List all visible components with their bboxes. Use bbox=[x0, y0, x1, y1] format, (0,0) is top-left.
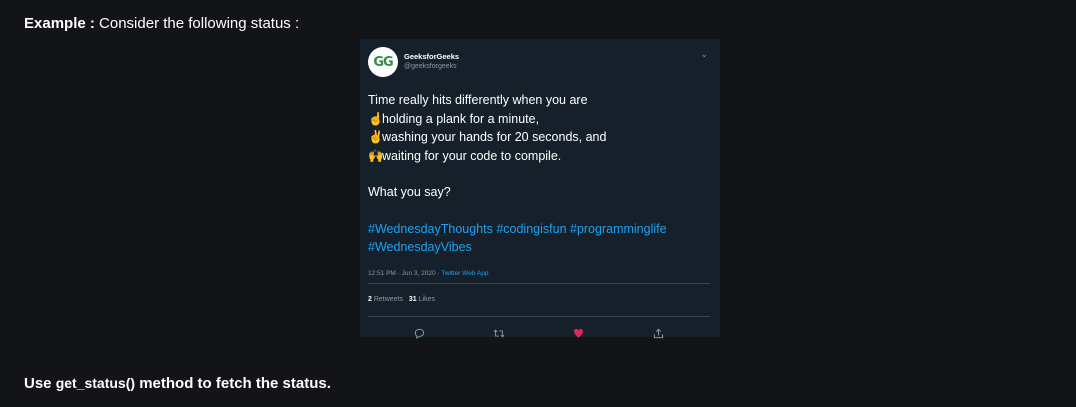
tweet-header: GG GeeksforGeeks @geeksforgeeks ⌄ bbox=[368, 45, 710, 79]
heart-icon bbox=[569, 328, 589, 341]
outro-text: Use get_status() method to fetch the sta… bbox=[24, 373, 331, 394]
hashtags-line: #WednesdayVibes bbox=[368, 240, 472, 254]
outro-before: Use bbox=[24, 375, 56, 392]
intro-text: Example : Consider the following status … bbox=[24, 14, 299, 34]
tweet-timestamp: 12:51 PM · Jun 3, 2020 · Twitter Web App bbox=[368, 267, 710, 281]
tweet-line-text: holding a plank for a minute, bbox=[382, 111, 540, 126]
likes-label: Likes bbox=[418, 295, 435, 303]
reply-icon bbox=[410, 328, 430, 342]
method-code: get_status() bbox=[55, 375, 136, 391]
outro-after: method to fetch the status. bbox=[135, 375, 331, 392]
tweet-line: 🙌waiting for your code to compile. bbox=[368, 147, 710, 166]
tweet-author: GeeksforGeeks @geeksforgeeks bbox=[404, 52, 459, 72]
victory-hand-emoji-icon: ✌ bbox=[368, 130, 384, 144]
pointing-up-emoji-icon: ☝ bbox=[368, 111, 384, 126]
likes-count: 31 bbox=[408, 295, 417, 303]
hashtags-line: #WednesdayThoughts #codingisfun #program… bbox=[368, 221, 667, 236]
retweets-label: Retweets bbox=[373, 295, 404, 303]
raised-hands-emoji-icon: 🙌 bbox=[368, 148, 384, 163]
tweet-actions bbox=[368, 319, 710, 351]
chevron-down-icon: ⌄ bbox=[700, 49, 708, 59]
tweet-line-text: Time really hits differently when you ar… bbox=[368, 93, 588, 107]
tweet-stats: 2 Retweets 31 Likes bbox=[368, 286, 710, 314]
retweets-count: 2 bbox=[368, 295, 372, 303]
handle: @geeksforgeeks bbox=[404, 63, 457, 70]
tweet-line: ☝holding a plank for a minute, bbox=[368, 110, 710, 129]
divider bbox=[368, 315, 710, 317]
hashtags: #WednesdayThoughts #codingisfun #program… bbox=[368, 220, 710, 257]
tweet-line: Time really hits differently when you ar… bbox=[368, 91, 710, 110]
intro-lead: Example : bbox=[24, 15, 100, 32]
tweet-line: ✌washing your hands for 20 seconds, and bbox=[368, 128, 710, 147]
divider bbox=[368, 282, 710, 284]
avatar: GG bbox=[368, 47, 398, 77]
tweet-body: Time really hits differently when you ar… bbox=[368, 91, 710, 257]
tweet-image: GG GeeksforGeeks @geeksforgeeks ⌄ Time r… bbox=[360, 39, 720, 339]
share-icon bbox=[648, 328, 668, 342]
tweet-line-text: waiting for your code to compile. bbox=[382, 148, 562, 163]
timestamp-text: 12:51 PM · Jun 3, 2020 · bbox=[368, 269, 442, 277]
intro-body: Consider the following status : bbox=[99, 15, 300, 32]
tweet-source: Twitter Web App bbox=[441, 269, 489, 277]
display-name: GeeksforGeeks bbox=[404, 52, 460, 61]
tweet-question: What you say? bbox=[368, 185, 451, 199]
tweet-line-text: washing your hands for 20 seconds, and bbox=[382, 130, 607, 144]
retweet-icon bbox=[489, 328, 509, 342]
